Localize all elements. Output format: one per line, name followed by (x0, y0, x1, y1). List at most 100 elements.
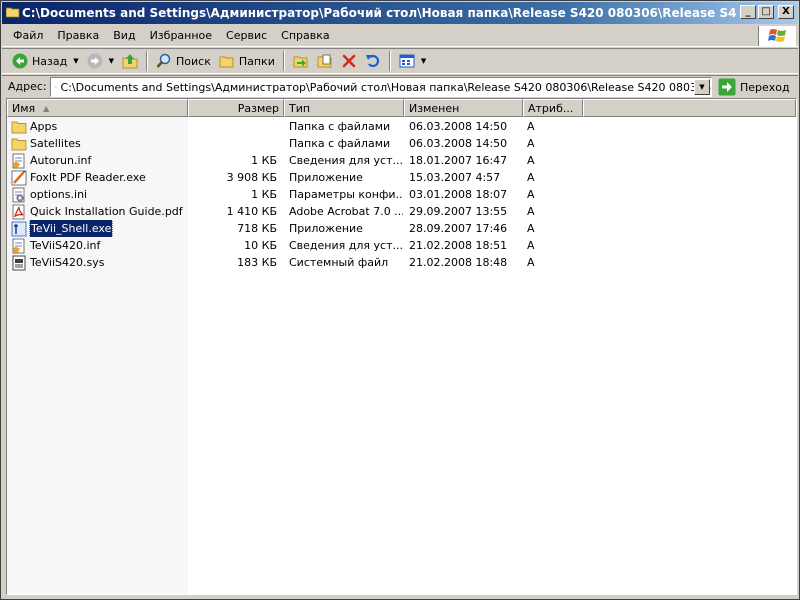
folders-icon (219, 56, 234, 68)
file-attributes: A (527, 239, 535, 252)
file-attributes: A (527, 256, 535, 269)
file-type: Сведения для уст... (289, 154, 403, 167)
menu-help[interactable]: Справка (274, 29, 336, 42)
folder-icon (6, 7, 20, 18)
column-header-filler (583, 99, 796, 117)
file-name: TeViiS420.sys (30, 256, 105, 269)
column-header-type-label: Тип (289, 101, 311, 115)
column-header-modified-label: Изменен (409, 101, 460, 115)
file-size: 183 КБ (237, 256, 277, 269)
file-row[interactable]: Apps Папка с файлами 06.03.2008 14:50 A (7, 118, 796, 135)
exe-app-icon (11, 221, 27, 236)
toolbar-separator (146, 51, 148, 71)
views-dropdown-icon[interactable]: ▼ (421, 57, 426, 65)
column-header-attributes[interactable]: Атриб... (523, 99, 583, 117)
file-modified: 18.01.2007 16:47 (409, 154, 508, 167)
file-name: Autorun.inf (30, 154, 92, 167)
file-row[interactable]: TeViiS420.inf 10 КБ Сведения для уст... … (7, 237, 796, 254)
file-type: Приложение (289, 171, 363, 184)
forward-button[interactable]: ▼ (83, 50, 118, 72)
forward-dropdown-icon[interactable]: ▼ (109, 57, 114, 65)
maximize-button[interactable]: □ (758, 5, 774, 19)
copy-to-button[interactable] (313, 50, 337, 72)
file-type: Системный файл (289, 256, 389, 269)
menu-tools[interactable]: Сервис (219, 29, 274, 42)
file-type: Adobe Acrobat 7.0 ... (289, 205, 403, 218)
close-button[interactable]: X (778, 5, 794, 19)
folders-label: Папки (238, 54, 275, 68)
back-arrow-icon (12, 53, 28, 69)
file-size (188, 118, 277, 135)
column-header-name[interactable]: Имя ▲ (7, 99, 188, 117)
file-size: 3 908 КБ (226, 171, 277, 184)
column-header-row: Имя ▲ Размер Тип Изменен Атриб... (7, 99, 796, 117)
up-folder-icon (122, 54, 138, 69)
file-row-selected[interactable]: TeVii_Shell.exe 718 КБ Приложение 28.09.… (7, 220, 796, 237)
explorer-window: C:\Documents and Settings\Администратор\… (0, 0, 800, 600)
minimize-button[interactable]: _ (740, 5, 756, 19)
folders-button[interactable]: Папки (215, 50, 279, 72)
column-header-type[interactable]: Тип (284, 99, 404, 117)
file-list-view[interactable]: Имя ▲ Размер Тип Изменен Атриб... Apps П… (6, 98, 797, 595)
file-row[interactable]: Satellites Папка с файлами 06.03.2008 14… (7, 135, 796, 152)
file-size (188, 135, 277, 152)
file-size: 718 КБ (237, 222, 277, 235)
back-label: Назад (32, 54, 68, 68)
undo-icon (365, 54, 379, 68)
file-attributes: A (527, 222, 535, 235)
toolbar-separator (282, 51, 285, 71)
go-arrow-icon (718, 78, 736, 96)
address-dropdown-icon[interactable]: ▼ (694, 79, 710, 95)
search-icon (156, 53, 171, 68)
views-icon (399, 54, 415, 68)
file-modified: 21.02.2008 18:51 (409, 239, 508, 252)
file-row[interactable]: options.ini 1 КБ Параметры конфи... 03.0… (7, 186, 796, 203)
file-type: Папка с файлами (289, 120, 391, 133)
address-label: Адрес: (8, 80, 47, 93)
move-to-button[interactable] (289, 50, 313, 72)
file-row[interactable]: Quick Installation Guide.pdf 1 410 КБ Ad… (7, 203, 796, 220)
undo-button[interactable] (361, 50, 385, 72)
file-size: 1 КБ (251, 154, 277, 167)
file-row[interactable]: FoxIt PDF Reader.exe 3 908 КБ Приложение… (7, 169, 796, 186)
file-attributes: A (527, 137, 535, 150)
ini-file-icon (12, 187, 25, 202)
go-button[interactable]: Переход (718, 77, 790, 97)
copy-to-icon (317, 54, 332, 68)
file-attributes: A (527, 171, 535, 184)
forward-arrow-icon (87, 53, 103, 69)
menu-edit[interactable]: Правка (50, 29, 106, 42)
search-button[interactable]: Поиск (152, 50, 215, 72)
column-header-modified[interactable]: Изменен (404, 99, 523, 117)
column-header-attributes-label: Атриб... (528, 101, 574, 115)
inf-file-icon (12, 153, 25, 168)
sort-ascending-icon: ▲ (43, 103, 50, 113)
delete-button[interactable] (337, 50, 361, 72)
file-modified: 06.03.2008 14:50 (409, 137, 508, 150)
views-button[interactable]: ▼ (395, 50, 430, 72)
back-button[interactable]: Назад ▼ (8, 50, 83, 72)
back-dropdown-icon[interactable]: ▼ (73, 57, 78, 65)
address-input[interactable]: C:\Documents and Settings\Администратор\… (50, 77, 712, 97)
toolbar-separator (388, 51, 391, 71)
file-attributes: A (527, 205, 535, 218)
title-bar[interactable]: C:\Documents and Settings\Администратор\… (2, 2, 798, 24)
file-name: TeViiS420.inf (30, 239, 101, 252)
file-row[interactable]: TeViiS420.sys 183 КБ Системный файл 21.0… (7, 254, 796, 271)
menu-bar: Файл Правка Вид Избранное Сервис Справка (2, 25, 798, 47)
menu-file[interactable]: Файл (6, 29, 50, 42)
file-modified: 21.02.2008 18:48 (409, 256, 508, 269)
up-folder-button[interactable] (118, 50, 142, 72)
windows-logo-icon (758, 26, 796, 46)
delete-icon (342, 54, 356, 68)
file-modified: 06.03.2008 14:50 (409, 120, 508, 133)
file-type: Папка с файлами (289, 137, 391, 150)
menu-favorites[interactable]: Избранное (143, 29, 219, 42)
column-header-name-label: Имя (12, 101, 36, 115)
file-row[interactable]: Autorun.inf 1 КБ Сведения для уст... 18.… (7, 152, 796, 169)
menu-view[interactable]: Вид (106, 29, 142, 42)
file-name: Apps (30, 120, 58, 133)
move-to-icon (293, 56, 308, 68)
file-type: Сведения для уст... (289, 239, 403, 252)
column-header-size[interactable]: Размер (188, 99, 284, 117)
